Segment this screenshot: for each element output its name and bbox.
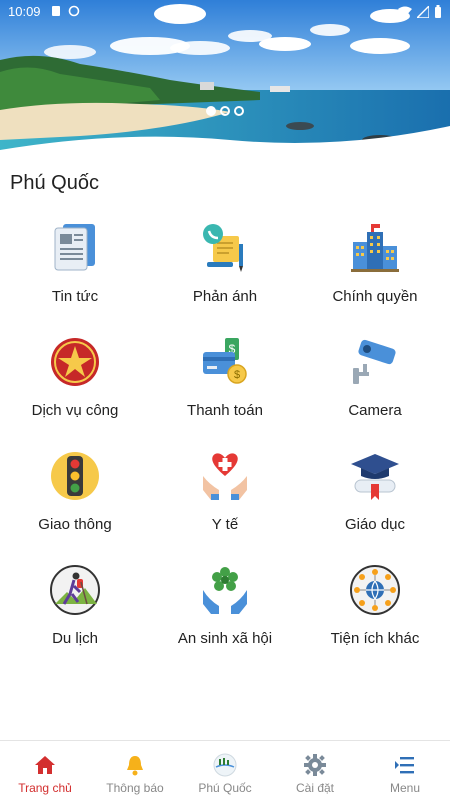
wifi-icon bbox=[398, 6, 412, 17]
service-tile-label: Camera bbox=[348, 402, 402, 419]
service-tile[interactable]: Chính quyền bbox=[300, 210, 450, 324]
home-icon bbox=[34, 753, 56, 777]
graduation-cap-icon bbox=[347, 448, 403, 504]
banner-dot[interactable] bbox=[206, 106, 216, 116]
service-tile-label: Tiện ích khác bbox=[330, 630, 420, 647]
service-tile[interactable]: Tin tức bbox=[0, 210, 150, 324]
service-tile[interactable]: Du lịch bbox=[0, 552, 150, 666]
menu-icon bbox=[395, 753, 415, 777]
nav-item-label: Thông báo bbox=[106, 781, 164, 795]
sim-card-icon bbox=[52, 6, 60, 16]
traffic-light-icon bbox=[47, 448, 103, 504]
service-grid-row: Tin tức Phản ánh Chính quyền bbox=[0, 210, 450, 324]
banner-pagination bbox=[0, 106, 450, 116]
service-tile[interactable]: Phản ánh bbox=[150, 210, 300, 324]
newspaper-icon bbox=[47, 220, 103, 276]
security-camera-icon bbox=[347, 334, 403, 390]
government-building-icon bbox=[347, 220, 403, 276]
city-logo-icon bbox=[212, 753, 238, 777]
health-hands-icon bbox=[197, 448, 253, 504]
banner-dot[interactable] bbox=[234, 106, 244, 116]
nav-item[interactable]: Phú Quốc bbox=[180, 741, 270, 801]
service-tile-label: Y tế bbox=[211, 516, 239, 533]
service-tile-label: Giao thông bbox=[38, 516, 112, 533]
service-grid-row: Giao thông Y tế Giáo dục bbox=[0, 438, 450, 552]
service-tile-label: Du lịch bbox=[52, 630, 98, 647]
beach-banner-image bbox=[0, 0, 450, 160]
nav-item-label: Cài đặt bbox=[295, 781, 335, 795]
svg-text:$: $ bbox=[234, 369, 240, 381]
banner-dot[interactable] bbox=[220, 106, 230, 116]
service-tile[interactable]: Giáo dục bbox=[300, 438, 450, 552]
bottom-navigation: Trang chủ Thông báo Phú Quốc Cài đặt Menu bbox=[0, 740, 450, 801]
service-tile[interactable]: Y tế bbox=[150, 438, 300, 552]
service-tile-label: Phản ánh bbox=[192, 288, 258, 305]
nav-item[interactable]: Thông báo bbox=[90, 741, 180, 801]
social-welfare-icon bbox=[197, 562, 253, 618]
feedback-icon bbox=[197, 220, 253, 276]
payment-icon: $ $ bbox=[197, 334, 253, 390]
battery-icon bbox=[435, 5, 441, 18]
page-title: Phú Quốc bbox=[10, 172, 99, 194]
status-bar: 10:09 bbox=[0, 0, 450, 24]
nav-item[interactable]: Trang chủ bbox=[0, 741, 90, 801]
nav-item[interactable]: Menu bbox=[360, 741, 450, 801]
service-grid-row: Du lịch An sinh xã hội Tiện ích khác bbox=[0, 552, 450, 666]
service-tile-label: Chính quyền bbox=[332, 288, 418, 305]
service-tile[interactable]: Tiện ích khác bbox=[300, 552, 450, 666]
service-grid-row: Dịch vụ công $ $ Thanh toán Camera bbox=[0, 324, 450, 438]
status-time: 10:09 bbox=[8, 4, 41, 19]
service-tile-label: An sinh xã hội bbox=[177, 630, 273, 647]
status-system-icons bbox=[398, 5, 442, 18]
service-tile[interactable]: $ $ Thanh toán bbox=[150, 324, 300, 438]
globe-network-icon bbox=[347, 562, 403, 618]
signal-icon bbox=[417, 5, 429, 18]
hero-banner[interactable]: 10:09 bbox=[0, 0, 450, 160]
nav-item-label: Phú Quốc bbox=[198, 781, 252, 795]
nav-item[interactable]: Cài đặt bbox=[270, 741, 360, 801]
bell-icon bbox=[125, 753, 145, 777]
service-tile-label: Tin tức bbox=[51, 288, 99, 305]
service-tile-label: Giáo dục bbox=[344, 516, 406, 533]
status-notification-icons bbox=[50, 5, 80, 17]
service-tile-label: Dịch vụ công bbox=[31, 402, 119, 419]
nav-item-label: Menu bbox=[389, 781, 421, 795]
service-tile-label: Thanh toán bbox=[187, 402, 263, 419]
nav-item-label: Trang chủ bbox=[18, 781, 72, 795]
service-tile[interactable]: Dịch vụ công bbox=[0, 324, 150, 438]
hiker-icon bbox=[47, 562, 103, 618]
gear-icon bbox=[304, 753, 326, 777]
service-grid: Tin tức Phản ánh Chính quyền Dịch vụ công $ $… bbox=[0, 210, 450, 666]
service-tile[interactable]: An sinh xã hội bbox=[150, 552, 300, 666]
public-service-emblem-icon bbox=[47, 334, 103, 390]
service-tile[interactable]: Camera bbox=[300, 324, 450, 438]
service-tile[interactable]: Giao thông bbox=[0, 438, 150, 552]
sync-icon bbox=[68, 5, 80, 17]
